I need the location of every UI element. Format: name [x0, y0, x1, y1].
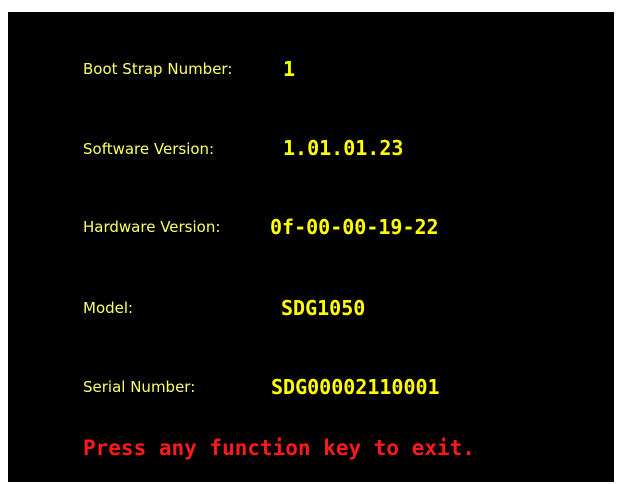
boot-strap-number-label: Boot Strap Number:: [83, 60, 233, 78]
boot-strap-number-value: 1: [283, 57, 296, 81]
serial-number-value: SDG00002110001: [271, 375, 440, 399]
serial-number-label: Serial Number:: [83, 378, 196, 396]
hardware-version-label: Hardware Version:: [83, 218, 221, 236]
model-value: SDG1050: [281, 296, 366, 320]
software-version-label: Software Version:: [83, 140, 215, 158]
hardware-version-value: 0f-00-00-19-22: [270, 215, 439, 239]
exit-instruction: Press any function key to exit.: [83, 436, 475, 460]
system-info-screen: Boot Strap Number: 1 Software Version: 1…: [8, 12, 614, 482]
software-version-value: 1.01.01.23: [283, 136, 404, 160]
model-label: Model:: [83, 299, 134, 317]
